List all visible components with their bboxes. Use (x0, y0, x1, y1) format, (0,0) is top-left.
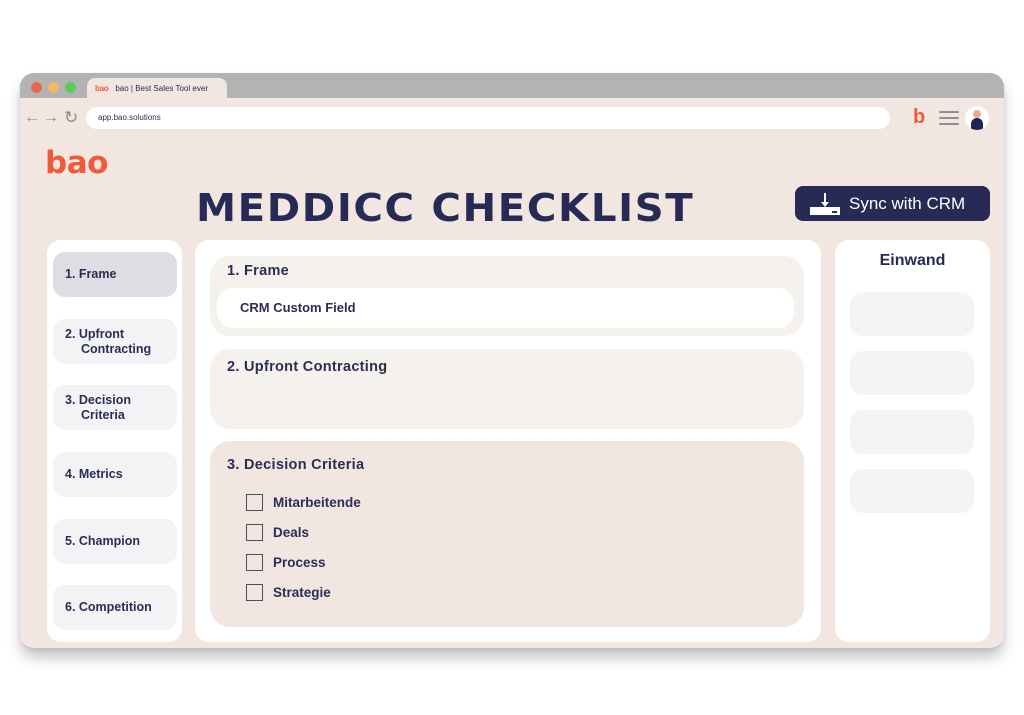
section-title: 1. Frame (227, 263, 290, 279)
browser-tab-bar: bao bao | Best Sales Tool ever (20, 73, 1004, 98)
browser-window: bao bao | Best Sales Tool ever ← → ↻ app… (20, 73, 1004, 648)
objections-title: Einwand (879, 252, 946, 269)
checklist-item-process[interactable]: Process (246, 554, 326, 571)
sidebar-item-metrics[interactable]: 4. Metrics (53, 452, 177, 497)
menu-icon[interactable] (939, 111, 959, 125)
browser-tab[interactable]: bao bao | Best Sales Tool ever (87, 78, 227, 98)
checklist-main-panel: 1. Frame CRM Custom Field 2. Upfront Con… (195, 240, 821, 642)
section-upfront-contracting[interactable]: 2. Upfront Contracting (210, 349, 804, 429)
checkbox[interactable] (246, 584, 263, 601)
checklist-label: Process (273, 555, 326, 570)
sidebar-item-label: 6. Competition (65, 600, 152, 614)
maximize-window-button[interactable] (65, 82, 76, 93)
minimize-window-button[interactable] (48, 82, 59, 93)
checklist-label: Deals (273, 525, 310, 540)
sync-button-label: Sync with CRM (849, 193, 966, 213)
section-title: 3. Decision Criteria (227, 457, 365, 473)
forward-arrow-icon[interactable]: → (43, 108, 59, 128)
address-bar[interactable]: app.bao.solutions (86, 107, 890, 129)
checklist-label: Mitarbeitende (273, 495, 361, 510)
tab-title: bao | Best Sales Tool ever (115, 83, 208, 93)
sidebar-item-label: 3. Decision (65, 392, 131, 407)
checkbox[interactable] (246, 524, 263, 541)
reload-icon[interactable]: ↻ (64, 108, 78, 128)
page-title: MEDDICC CHECKLIST (196, 186, 695, 230)
sidebar-item-label-cont: Criteria (81, 407, 125, 422)
crm-custom-field-input[interactable]: CRM Custom Field (217, 288, 794, 328)
sidebar-item-frame[interactable]: 1. Frame (53, 252, 177, 297)
bao-extension-icon[interactable]: b (913, 106, 925, 128)
sidebar-item-champion[interactable]: 5. Champion (53, 519, 177, 564)
section-title: 2. Upfront Contracting (227, 359, 388, 375)
checkbox[interactable] (246, 494, 263, 511)
sidebar-nav: 1. Frame 2. Upfront Contracting 3. Decis… (47, 240, 182, 642)
section-decision-criteria: 3. Decision Criteria Mitarbeitende Deals… (210, 441, 804, 627)
checklist-item-mitarbeitende[interactable]: Mitarbeitende (246, 494, 361, 511)
checklist-item-strategie[interactable]: Strategie (246, 584, 331, 601)
objection-slot[interactable] (850, 410, 974, 454)
sidebar-item-label: 2. Upfront (65, 326, 125, 341)
objection-slot[interactable] (850, 292, 974, 336)
sidebar-item-competition[interactable]: 6. Competition (53, 585, 177, 630)
objection-slot[interactable] (850, 469, 974, 513)
browser-nav-bar: ← → ↻ app.bao.solutions b (20, 98, 1004, 138)
section-frame: 1. Frame CRM Custom Field (210, 256, 804, 336)
sidebar-item-decision-criteria[interactable]: 3. Decision Criteria (53, 385, 177, 430)
sync-with-crm-button[interactable]: Sync with CRM (795, 186, 990, 221)
objections-panel: Einwand (835, 240, 990, 642)
objection-slot[interactable] (850, 351, 974, 395)
sidebar-item-upfront-contracting[interactable]: 2. Upfront Contracting (53, 319, 177, 364)
tab-favicon-icon: bao (95, 83, 109, 93)
checkbox[interactable] (246, 554, 263, 571)
sidebar-item-label-cont: Contracting (81, 341, 152, 356)
sidebar-item-label: 4. Metrics (65, 467, 123, 481)
user-avatar-icon[interactable] (965, 106, 989, 130)
download-tray-icon (810, 192, 840, 215)
checklist-label: Strategie (273, 585, 331, 600)
checklist-item-deals[interactable]: Deals (246, 524, 309, 541)
sidebar-item-label: 1. Frame (65, 267, 117, 281)
bao-logo: bao (45, 145, 108, 181)
close-window-button[interactable] (31, 82, 42, 93)
sidebar-item-label: 5. Champion (65, 534, 141, 548)
back-arrow-icon[interactable]: ← (24, 108, 40, 128)
